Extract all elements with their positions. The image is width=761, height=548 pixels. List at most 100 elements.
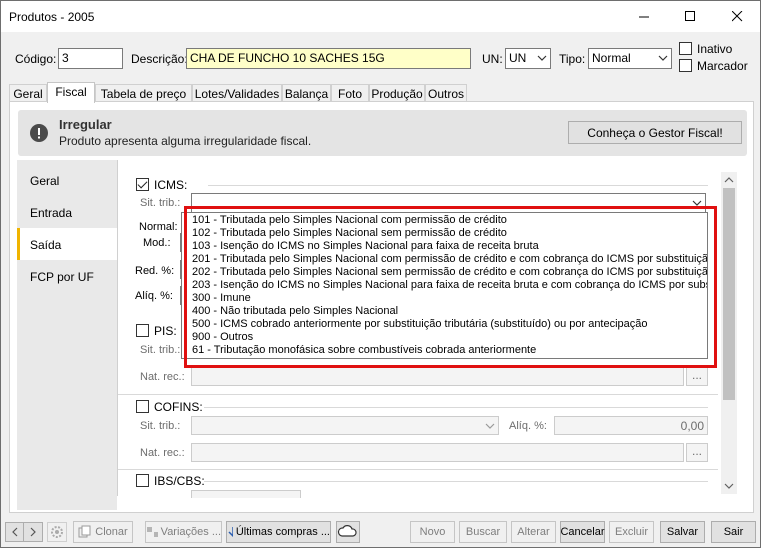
banner-message: Produto apresenta alguma irregularidade … <box>59 134 312 148</box>
cofins-aliq-field[interactable]: 0,00 <box>554 416 708 435</box>
red-highlight-box <box>184 206 717 368</box>
chevron-down-icon <box>485 423 495 429</box>
pis-checkbox[interactable] <box>136 324 149 337</box>
icms-red-label: Red. %: <box>135 265 175 277</box>
chevron-left-icon <box>12 527 18 537</box>
close-button[interactable] <box>714 1 760 32</box>
icms-sit-trib-label: Sit. trib.: <box>140 197 181 209</box>
cofins-header-line <box>204 407 708 408</box>
tab-outros[interactable]: Outros <box>425 84 467 102</box>
cloud-button[interactable] <box>336 521 360 543</box>
cancelar-button[interactable]: Cancelar <box>560 521 605 543</box>
maximize-button[interactable] <box>667 1 713 32</box>
ibs-cbs-field[interactable] <box>191 490 301 498</box>
ibs-cbs-checkbox[interactable] <box>136 474 149 487</box>
pis-label: PIS: <box>154 324 177 338</box>
content-scrollbar[interactable] <box>721 172 737 494</box>
novo-button[interactable]: Novo <box>410 521 455 543</box>
icms-aliq-label: Alíq. %: <box>135 290 173 302</box>
cofins-sit-trib-label: Sit. trib.: <box>140 420 181 432</box>
cofins-divider <box>118 469 718 470</box>
tab-producao[interactable]: Produção <box>369 84 425 102</box>
tipo-select[interactable]: Normal <box>588 48 672 69</box>
chevron-right-icon <box>30 527 36 537</box>
codigo-label: Código: <box>15 52 57 66</box>
cofins-nat-rec-browse-button[interactable]: ... <box>686 443 708 462</box>
tab-lotes-validades[interactable]: Lotes/Validades <box>192 84 282 102</box>
tipo-value: Normal <box>592 51 631 65</box>
icms-mod-label: Mod.: <box>143 237 171 249</box>
scroll-up-icon[interactable] <box>724 176 734 184</box>
tab-geral[interactable]: Geral <box>9 84 47 102</box>
minimize-icon <box>638 16 649 18</box>
cofins-nat-rec-field[interactable] <box>191 443 684 462</box>
descricao-label: Descrição: <box>131 52 188 66</box>
copy-icon <box>78 525 91 538</box>
cofins-checkbox[interactable] <box>136 400 149 413</box>
ultimas-compras-label: Últimas compras ... <box>235 526 330 538</box>
icms-divider <box>208 185 708 186</box>
gestor-fiscal-button[interactable]: Conheça o Gestor Fiscal! <box>568 121 742 144</box>
window-title: Produtos - 2005 <box>9 10 95 24</box>
descricao-field[interactable]: CHA DE FUNCHO 10 SACHES 15G <box>186 48 471 69</box>
codigo-field[interactable]: 3 <box>58 48 123 69</box>
scroll-down-icon[interactable] <box>724 482 734 490</box>
tab-tabela-de-preco[interactable]: Tabela de preço <box>95 84 192 102</box>
excluir-button[interactable]: Excluir <box>609 521 654 543</box>
un-select[interactable]: UN <box>505 48 551 69</box>
marcador-checkbox[interactable] <box>679 59 692 72</box>
maximize-icon <box>684 11 695 21</box>
clonar-button[interactable]: Clonar <box>73 521 133 543</box>
variacoes-button[interactable]: Variações ... <box>145 521 222 543</box>
icms-normal-label: Normal: <box>139 221 178 233</box>
settings-button[interactable] <box>47 522 67 542</box>
pis-nat-rec-label: Nat. rec.: <box>140 371 185 383</box>
cloud-icon <box>337 525 357 537</box>
next-button[interactable] <box>23 522 43 542</box>
side-item-geral[interactable]: Geral <box>17 164 117 196</box>
variations-icon <box>147 527 158 537</box>
variacoes-label: Variações ... <box>160 526 221 538</box>
icms-label: ICMS: <box>154 178 188 192</box>
scrollbar-thumb[interactable] <box>723 188 735 400</box>
prev-button[interactable] <box>5 522 25 542</box>
ultimas-compras-button[interactable]: Últimas compras ... <box>226 521 331 543</box>
alterar-button[interactable]: Alterar <box>511 521 556 543</box>
chevron-down-icon <box>537 55 547 61</box>
buscar-button[interactable]: Buscar <box>459 521 507 543</box>
header-fields: Código: 3 Descrição: CHA DE FUNCHO 10 SA… <box>1 32 760 82</box>
cofins-label: COFINS: <box>154 400 203 414</box>
un-value: UN <box>509 51 527 65</box>
side-item-entrada[interactable]: Entrada <box>17 196 117 228</box>
side-item-fcp-por-uf[interactable]: FCP por UF <box>17 260 117 292</box>
product-window: Produtos - 2005 Código: 3 Descrição: CHA… <box>0 0 761 548</box>
pis-divider <box>118 394 718 395</box>
cofins-nat-rec-label: Nat. rec.: <box>140 447 185 459</box>
gear-icon <box>51 526 63 538</box>
sair-button[interactable]: Sair <box>711 521 756 543</box>
inativo-label: Inativo <box>697 42 733 56</box>
pis-sit-trib-label: Sit. trib.: <box>140 344 181 356</box>
pis-nat-rec-browse-button[interactable]: ... <box>686 367 708 386</box>
bottom-toolbar: Clonar Variações ... Últimas compras ...… <box>1 517 760 547</box>
side-item-saida[interactable]: Saída <box>17 228 117 260</box>
minimize-button[interactable] <box>621 1 667 32</box>
marcador-label: Marcador <box>697 59 748 73</box>
tab-fiscal[interactable]: Fiscal <box>47 82 95 103</box>
cofins-aliq-label: Alíq. %: <box>509 420 547 432</box>
banner-title: Irregular <box>59 117 112 132</box>
inativo-checkbox[interactable] <box>679 42 692 55</box>
chevron-down-icon <box>658 55 668 61</box>
pis-nat-rec-field[interactable] <box>191 367 684 386</box>
icms-checkbox[interactable] <box>136 178 149 191</box>
ibs-cbs-label: IBS/CBS: <box>154 474 205 488</box>
arrow-down-icon <box>228 527 233 537</box>
fiscal-side-nav: Geral Entrada Saída FCP por UF <box>17 160 117 510</box>
ibs-cbs-header-line <box>204 481 708 482</box>
salvar-button[interactable]: Salvar <box>660 521 705 543</box>
tab-balanca[interactable]: Balança <box>282 84 331 102</box>
cofins-sit-trib-select[interactable] <box>191 416 499 435</box>
tab-foto[interactable]: Foto <box>331 84 369 102</box>
irregular-banner: Irregular Produto apresenta alguma irreg… <box>18 110 747 156</box>
un-label: UN: <box>482 52 503 66</box>
